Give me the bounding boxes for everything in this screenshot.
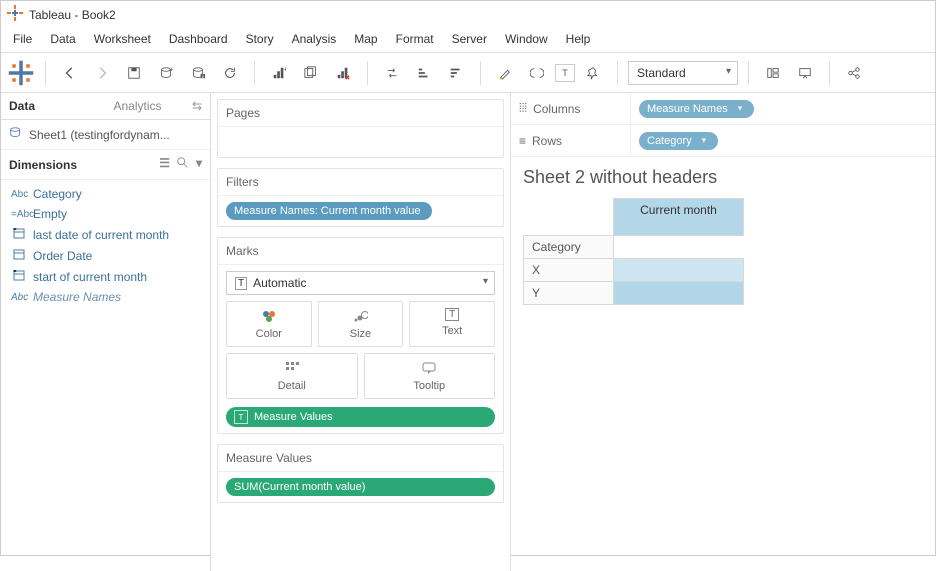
calc-date-icon: = bbox=[11, 227, 27, 242]
view-area: ⦙⦙⦙Columns Measure Names▾ ≡Rows Category… bbox=[511, 93, 935, 571]
menu-help[interactable]: Help bbox=[558, 30, 599, 48]
columns-shelf[interactable]: ⦙⦙⦙Columns Measure Names▾ bbox=[511, 93, 935, 125]
row-header-x[interactable]: X bbox=[524, 259, 614, 282]
datasource-icon bbox=[9, 126, 23, 143]
menu-map[interactable]: Map bbox=[346, 30, 385, 48]
svg-text:+: + bbox=[283, 66, 286, 73]
view-as-list-icon[interactable]: ☰ bbox=[159, 156, 170, 173]
dimension-category[interactable]: AbcCategory bbox=[5, 184, 206, 204]
dropdown-icon[interactable]: ▾ bbox=[196, 156, 202, 173]
cell[interactable] bbox=[614, 282, 744, 305]
refresh-button[interactable] bbox=[216, 59, 244, 87]
dimension-last-date[interactable]: =last date of current month bbox=[5, 224, 206, 245]
duplicate-sheet-button[interactable] bbox=[297, 59, 325, 87]
svg-text:+: + bbox=[170, 66, 174, 73]
mark-tooltip[interactable]: Tooltip bbox=[364, 353, 496, 399]
pin-button[interactable] bbox=[579, 59, 607, 87]
datasource-item[interactable]: Sheet1 (testingfordynam... bbox=[1, 120, 210, 150]
dimensions-list: AbcCategory =AbcEmpty =last date of curr… bbox=[1, 180, 210, 311]
columns-icon: ⦙⦙⦙ bbox=[519, 101, 527, 116]
table-row: X bbox=[524, 259, 744, 282]
menu-story[interactable]: Story bbox=[238, 30, 282, 48]
sheet-title[interactable]: Sheet 2 without headers bbox=[523, 167, 923, 188]
tableau-start-icon[interactable] bbox=[7, 59, 35, 87]
mark-text[interactable]: TText bbox=[409, 301, 495, 347]
dimension-measure-names[interactable]: AbcMeasure Names bbox=[5, 287, 206, 307]
measure-values-card[interactable]: Measure Values SUM(Current month value) bbox=[217, 444, 504, 503]
sort-desc-button[interactable] bbox=[442, 59, 470, 87]
sort-asc-button[interactable] bbox=[410, 59, 438, 87]
pause-updates-button[interactable] bbox=[184, 59, 212, 87]
forward-button[interactable] bbox=[88, 59, 116, 87]
swap-button[interactable] bbox=[378, 59, 406, 87]
mark-type-select[interactable]: TAutomatic bbox=[226, 271, 495, 295]
menu-bar: File Data Worksheet Dashboard Story Anal… bbox=[1, 28, 935, 53]
new-worksheet-button[interactable]: + bbox=[265, 59, 293, 87]
rows-icon: ≡ bbox=[519, 134, 526, 148]
tab-analytics[interactable]: Analytics⇆ bbox=[106, 93, 211, 119]
menu-worksheet[interactable]: Worksheet bbox=[86, 30, 159, 48]
menu-analysis[interactable]: Analysis bbox=[284, 30, 345, 48]
totals-button[interactable]: T bbox=[555, 64, 575, 82]
dimension-start-date[interactable]: =start of current month bbox=[5, 266, 206, 287]
table-row: Y bbox=[524, 282, 744, 305]
cell[interactable] bbox=[614, 259, 744, 282]
columns-pill[interactable]: Measure Names▾ bbox=[639, 100, 754, 118]
svg-text:=: = bbox=[13, 269, 17, 275]
row-header-y[interactable]: Y bbox=[524, 282, 614, 305]
pages-card[interactable]: Pages bbox=[217, 99, 504, 158]
date-icon bbox=[11, 248, 27, 263]
measure-values-pill[interactable]: TMeasure Values bbox=[226, 407, 495, 427]
mark-color[interactable]: Color bbox=[226, 301, 312, 347]
fit-mode-select[interactable]: Standard bbox=[628, 61, 738, 85]
rows-pill[interactable]: Category▾ bbox=[639, 132, 718, 150]
menu-file[interactable]: File bbox=[5, 30, 40, 48]
category-label[interactable]: Category bbox=[524, 236, 614, 259]
window-title: Tableau - Book2 bbox=[29, 8, 116, 22]
tab-data[interactable]: Data bbox=[1, 93, 106, 119]
menu-window[interactable]: Window bbox=[497, 30, 556, 48]
svg-text:=: = bbox=[13, 227, 17, 233]
highlight-button[interactable] bbox=[491, 59, 519, 87]
calc-date-icon: = bbox=[11, 269, 27, 284]
dimension-empty[interactable]: =AbcEmpty bbox=[5, 204, 206, 224]
back-button[interactable] bbox=[56, 59, 84, 87]
filter-pill[interactable]: Measure Names: Current month value bbox=[226, 202, 432, 220]
side-pane: Data Analytics⇆ Sheet1 (testingfordynam.… bbox=[1, 93, 211, 571]
show-cards-button[interactable] bbox=[759, 59, 787, 87]
save-button[interactable] bbox=[120, 59, 148, 87]
menu-dashboard[interactable]: Dashboard bbox=[161, 30, 236, 48]
title-bar: Tableau - Book2 bbox=[1, 1, 935, 28]
marks-card[interactable]: Marks TAutomatic Color Size TText Detail… bbox=[217, 237, 504, 434]
mark-detail[interactable]: Detail bbox=[226, 353, 358, 399]
menu-data[interactable]: Data bbox=[42, 30, 83, 48]
filters-card[interactable]: Filters Measure Names: Current month val… bbox=[217, 168, 504, 227]
search-icon[interactable] bbox=[176, 156, 190, 173]
sum-pill[interactable]: SUM(Current month value) bbox=[226, 478, 495, 496]
cards-column: Pages Filters Measure Names: Current mon… bbox=[211, 93, 511, 571]
group-button[interactable] bbox=[523, 59, 551, 87]
crosstab: Current monthvalue Category X Y bbox=[523, 198, 744, 305]
presentation-button[interactable] bbox=[791, 59, 819, 87]
new-datasource-button[interactable]: + bbox=[152, 59, 180, 87]
menu-server[interactable]: Server bbox=[444, 30, 495, 48]
mark-size[interactable]: Size bbox=[318, 301, 404, 347]
dimensions-header: Dimensions ☰ ▾ bbox=[1, 150, 210, 180]
pin-icon: ⇆ bbox=[192, 99, 202, 113]
tableau-logo-icon bbox=[7, 5, 23, 24]
dimension-order-date[interactable]: Order Date bbox=[5, 245, 206, 266]
toolbar: + + T Standard bbox=[1, 53, 935, 93]
menu-format[interactable]: Format bbox=[388, 30, 442, 48]
rows-shelf[interactable]: ≡Rows Category▾ bbox=[511, 125, 935, 157]
share-button[interactable] bbox=[840, 59, 868, 87]
clear-sheet-button[interactable] bbox=[329, 59, 357, 87]
column-header[interactable]: Current monthvalue bbox=[614, 199, 744, 236]
